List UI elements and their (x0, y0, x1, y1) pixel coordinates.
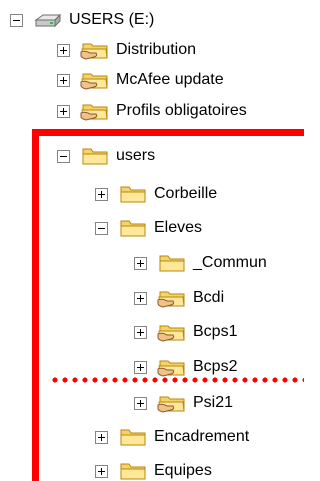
expand-toggle-icon[interactable] (57, 104, 70, 118)
tree-label: Bcps1 (193, 323, 238, 340)
expand-toggle-icon[interactable] (95, 430, 108, 444)
tree-row-bcdi[interactable]: Bcdi (134, 284, 224, 312)
collapse-toggle-icon[interactable] (10, 13, 23, 27)
expand-toggle-icon[interactable] (134, 360, 147, 374)
tree-row-psi21[interactable]: Psi21 (134, 389, 233, 417)
highlight-top-border (32, 129, 304, 136)
folder-icon (80, 145, 110, 167)
tree-label: Equipes (154, 462, 212, 479)
expand-toggle-icon[interactable] (134, 325, 147, 339)
expand-toggle-icon[interactable] (95, 464, 108, 478)
expand-toggle-icon[interactable] (57, 73, 70, 87)
tree-label: Eleves (154, 219, 203, 236)
shared-folder-icon (157, 287, 187, 309)
folder-icon (157, 252, 187, 274)
drive-icon (33, 9, 63, 31)
tree-row-bcps1[interactable]: Bcps1 (134, 318, 237, 346)
tree-row-mcafee-update[interactable]: McAfee update (57, 66, 224, 94)
tree-row-users[interactable]: users (57, 142, 155, 170)
tree-label: McAfee update (116, 71, 224, 88)
tree-label: Distribution (116, 41, 197, 58)
tree-row-encadrement[interactable]: Encadrement (95, 423, 249, 451)
tree-row-corbeille[interactable]: Corbeille (95, 180, 217, 208)
collapse-toggle-icon[interactable] (57, 149, 70, 163)
folder-icon (118, 217, 148, 239)
shared-folder-icon (80, 39, 110, 61)
folder-icon (118, 460, 148, 481)
tree-row-commun[interactable]: _Commun (134, 249, 267, 277)
shared-folder-icon (157, 321, 187, 343)
explorer-tree-panel: USERS (E:) Distribution McAfee update Pr… (0, 0, 304, 481)
shared-folder-icon (80, 69, 110, 91)
tree-row-profils-obligatoires[interactable]: Profils obligatoires (57, 97, 247, 125)
tree-label: users (116, 147, 156, 164)
expand-toggle-icon[interactable] (134, 396, 147, 410)
expand-toggle-icon[interactable] (134, 291, 147, 305)
tree-row-eleves[interactable]: Eleves (95, 214, 202, 242)
expand-toggle-icon[interactable] (57, 43, 70, 57)
tree-label: Bcdi (193, 289, 225, 306)
tree-label: Corbeille (154, 185, 218, 202)
shared-folder-icon (80, 100, 110, 122)
expand-toggle-icon[interactable] (95, 187, 108, 201)
tree-label: Encadrement (154, 428, 250, 445)
tree-label: USERS (E:) (69, 11, 155, 28)
highlight-dotted-separator (52, 377, 304, 383)
expand-toggle-icon[interactable] (134, 256, 147, 270)
collapse-toggle-icon[interactable] (95, 221, 108, 235)
tree-label: _Commun (193, 254, 267, 271)
shared-folder-icon (157, 356, 187, 378)
tree-row-equipes[interactable]: Equipes (95, 457, 212, 481)
folder-icon (118, 183, 148, 205)
tree-label: Bcps2 (193, 358, 238, 375)
shared-folder-icon (157, 392, 187, 414)
tree-row-drive[interactable]: USERS (E:) (10, 6, 154, 34)
highlight-left-border (32, 129, 39, 481)
tree-row-distribution[interactable]: Distribution (57, 36, 196, 64)
folder-icon (118, 426, 148, 448)
tree-label: Psi21 (193, 394, 234, 411)
tree-label: Profils obligatoires (116, 102, 247, 119)
